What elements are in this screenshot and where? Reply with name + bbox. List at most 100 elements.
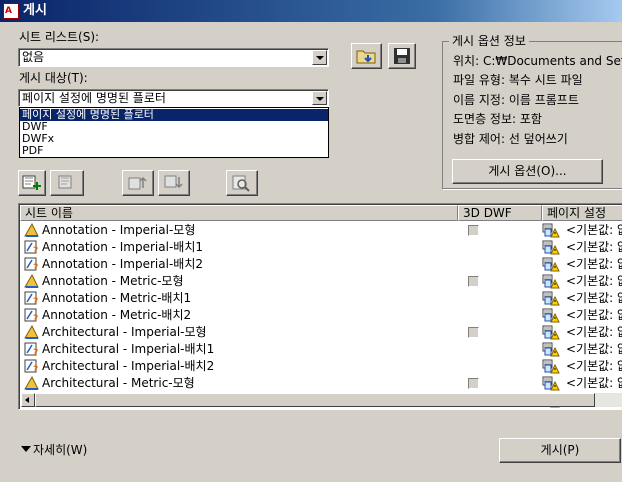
save-sheet-list-button[interactable]	[388, 43, 416, 69]
page-setup-warning-icon	[542, 274, 560, 289]
title-bar: A 게시	[0, 0, 622, 22]
page-setup-cell[interactable]: <기본값: 없음>	[566, 376, 622, 390]
svg-text:?: ?	[33, 297, 38, 305]
remove-sheet-icon	[58, 175, 72, 189]
preview-button[interactable]	[226, 170, 258, 196]
model-sheet-icon	[24, 273, 39, 288]
column-header-page-setup[interactable]: 페이지 설정	[542, 205, 622, 221]
add-sheets-button[interactable]	[18, 170, 46, 196]
publish-options-button[interactable]: 게시 옵션(O)...	[452, 159, 603, 184]
table-row[interactable]: Architectural - Imperial-모형 <기본값: 없음>	[21, 324, 622, 341]
model-sheet-icon	[24, 375, 39, 390]
publish-options-info-legend: 게시 옵션 정보	[449, 34, 529, 48]
page-setup-warning-icon	[542, 223, 560, 238]
table-row[interactable]: ? Architectural - Imperial-배치1 <기본값: 없음>	[21, 341, 622, 358]
sheet-type-icon: ?	[24, 342, 39, 358]
move-sheet-down-button[interactable]	[158, 170, 190, 196]
column-header-sheet-name[interactable]: 시트 이름	[20, 205, 458, 221]
option-naming: 이름 지정: 이름 프롬프트	[453, 93, 579, 107]
publish-to-option-plotter[interactable]: 페이지 설정에 명명된 플로터	[20, 109, 328, 121]
sheet-list-dropdown-arrow[interactable]	[312, 50, 327, 65]
page-setup-cell[interactable]: <기본값: 없음>	[566, 223, 622, 237]
open-folder-icon	[356, 50, 376, 64]
publish-to-dropdown-list[interactable]: 페이지 설정에 명명된 플로터 DWF DWFx PDF	[19, 107, 329, 158]
publish-button[interactable]: 게시(P)	[499, 438, 621, 463]
move-sheet-up-button[interactable]	[122, 170, 154, 196]
svg-text:?: ?	[33, 246, 38, 254]
table-row[interactable]: ? Annotation - Imperial-배치1 <기본값: 없음>	[21, 239, 622, 256]
page-setup-cell[interactable]: <기본값: 없음>	[566, 240, 622, 254]
table-row[interactable]: ? Annotation - Metric-배치1 <기본값: 없음>	[21, 290, 622, 307]
model-sheet-icon	[24, 324, 39, 339]
sheet-name-cell: Annotation - Metric-배치2	[42, 308, 192, 322]
page-setup-warning-icon	[542, 291, 560, 306]
publish-to-dropdown-arrow[interactable]	[312, 91, 327, 105]
remove-sheets-button[interactable]	[50, 170, 84, 196]
page-setup-cell[interactable]: <기본값: 없음>	[566, 342, 622, 356]
sheet-type-icon	[24, 222, 39, 237]
sheet-list-label: 시트 리스트(S):	[19, 30, 100, 44]
sheet-type-icon: ?	[24, 291, 39, 307]
page-setup-cell[interactable]: <기본값: 없음>	[566, 325, 622, 339]
sheet-grid[interactable]: 시트 이름 3D DWF 페이지 설정 Annotation - Imperia…	[18, 203, 622, 410]
table-row[interactable]: ? Annotation - Metric-배치2 <기본값: 없음>	[21, 307, 622, 324]
column-header-3d-dwf[interactable]: 3D DWF	[458, 205, 542, 221]
load-sheet-list-button[interactable]	[351, 43, 382, 69]
page-setup-icon	[542, 239, 560, 255]
table-row[interactable]: Architectural - Metric-모형 <기본값: 없음>	[21, 375, 622, 392]
layout-sheet-icon: ?	[24, 240, 38, 256]
svg-text:?: ?	[33, 348, 38, 356]
add-sheet-icon	[22, 175, 41, 190]
scroll-left-button[interactable]	[21, 393, 35, 407]
table-row[interactable]: ? Annotation - Imperial-배치2 <기본값: 없음>	[21, 256, 622, 273]
layout-sheet-icon: ?	[24, 257, 38, 273]
page-setup-cell[interactable]: <기본값: 없음>	[566, 257, 622, 271]
sheet-name-cell: Architectural - Imperial-모형	[42, 325, 207, 339]
page-setup-cell[interactable]: <기본값: 없음>	[566, 308, 622, 322]
sheet-list-value: 없음	[22, 50, 45, 64]
3d-dwf-checkbox[interactable]	[468, 327, 479, 338]
option-file-type: 파일 유형: 복수 시트 파일	[453, 73, 583, 87]
page-setup-cell[interactable]: <기본값: 없음>	[566, 291, 622, 305]
sheet-type-icon	[24, 375, 39, 390]
sheet-name-cell: Architectural - Imperial-배치1	[42, 342, 215, 356]
publish-to-option-dwfx[interactable]: DWFx	[20, 133, 328, 145]
table-row[interactable]: ? Architectural - Imperial-배치2 <기본값: 없음>	[21, 358, 622, 375]
page-setup-icon	[542, 375, 560, 391]
sheet-type-icon	[24, 273, 39, 288]
page-setup-warning-icon	[542, 359, 560, 374]
details-toggle[interactable]: 자세히(W)	[33, 443, 87, 457]
move-down-icon	[164, 175, 183, 189]
page-setup-icon	[542, 290, 560, 306]
table-row[interactable]: Annotation - Metric-모형 <기본값: 없음>	[21, 273, 622, 290]
page-setup-cell[interactable]: <기본값: 없음>	[566, 274, 622, 288]
3d-dwf-checkbox[interactable]	[468, 378, 479, 389]
page-setup-icon	[542, 273, 560, 289]
sheet-type-icon: ?	[24, 359, 39, 375]
publish-to-option-pdf[interactable]: PDF	[20, 145, 328, 157]
layout-sheet-icon: ?	[24, 308, 38, 324]
svg-text:?: ?	[33, 314, 38, 322]
page-setup-icon	[542, 256, 560, 272]
layout-sheet-icon: ?	[24, 359, 38, 375]
page-setup-icon	[542, 358, 560, 374]
page-setup-warning-icon	[542, 376, 560, 391]
page-setup-warning-icon	[542, 240, 560, 255]
table-row[interactable]: Annotation - Imperial-모형 <기본값: 없음>	[21, 222, 622, 239]
scroll-thumb[interactable]	[35, 393, 595, 407]
model-sheet-icon	[24, 222, 39, 237]
sheet-name-cell: Architectural - Metric-모형	[42, 376, 195, 390]
sheet-list-combo[interactable]: 없음	[18, 48, 329, 67]
layout-sheet-icon: ?	[24, 342, 38, 358]
page-setup-cell[interactable]: <기본값: 없음>	[566, 359, 622, 373]
publish-to-combo[interactable]: 페이지 설정에 명명된 플로터	[18, 89, 329, 107]
sheet-name-cell: Annotation - Imperial-배치2	[42, 257, 203, 271]
publish-to-option-dwf[interactable]: DWF	[20, 121, 328, 133]
page-setup-warning-icon	[542, 308, 560, 323]
horizontal-scrollbar[interactable]	[21, 393, 622, 407]
3d-dwf-checkbox[interactable]	[468, 225, 479, 236]
sheet-name-cell: Architectural - Imperial-배치2	[42, 359, 215, 373]
details-expand-icon[interactable]	[21, 446, 31, 452]
page-setup-warning-icon	[542, 257, 560, 272]
3d-dwf-checkbox[interactable]	[468, 276, 479, 287]
